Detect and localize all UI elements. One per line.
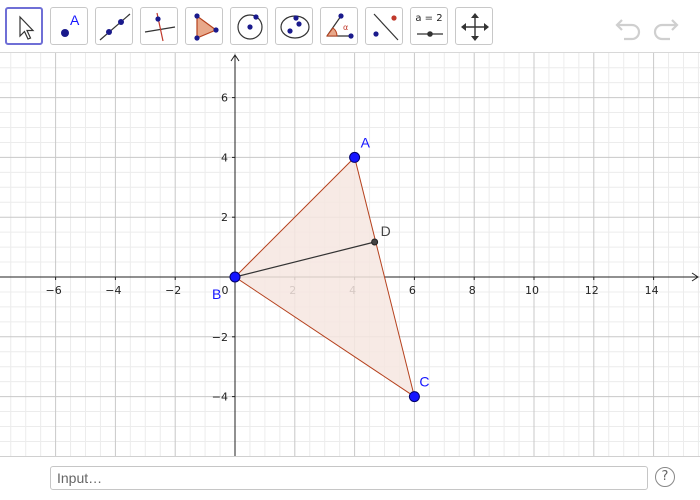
- line-tool-button[interactable]: [95, 7, 133, 45]
- point-tool-label: A: [70, 12, 80, 28]
- line-through-points-icon: [99, 13, 131, 41]
- move-tool-button[interactable]: [5, 7, 43, 45]
- angle-tool-button[interactable]: α: [320, 7, 358, 45]
- x-tick-label: 12: [585, 284, 599, 297]
- slider-icon: [417, 31, 443, 37]
- move-graphics-view-tool-button[interactable]: [455, 7, 493, 45]
- undo-button[interactable]: [614, 12, 644, 42]
- cursor-arrow-icon: [19, 15, 35, 40]
- x-tick-label: −6: [45, 284, 61, 297]
- perpendicular-line-icon: [144, 12, 176, 42]
- x-tick-label: 10: [525, 284, 539, 297]
- point-tool-button[interactable]: A: [50, 7, 88, 45]
- point-label-a: A: [361, 134, 371, 150]
- y-tick-label: −2: [212, 331, 228, 344]
- redo-icon: [653, 19, 679, 41]
- point-label-c: C: [419, 374, 429, 390]
- x-tick-label: −2: [165, 284, 181, 297]
- reflect-about-line-icon: [373, 13, 399, 41]
- circle-center-point-icon: [237, 14, 263, 40]
- move-arrows-icon: [461, 13, 489, 41]
- x-tick-label: 6: [409, 284, 416, 297]
- x-tick-label: −4: [105, 284, 121, 297]
- polygon-tool-button[interactable]: [185, 7, 223, 45]
- x-tick-label: 14: [645, 284, 659, 297]
- point-label-d: D: [381, 223, 391, 239]
- angle-icon: α: [326, 13, 354, 39]
- toolbar: A α a = 2: [0, 0, 700, 53]
- x-tick-label: 0: [222, 284, 229, 297]
- reflect-tool-button[interactable]: [365, 7, 403, 45]
- conic-tool-button[interactable]: [275, 7, 313, 45]
- y-tick-label: −4: [212, 391, 228, 404]
- point-label-b: B: [212, 286, 221, 302]
- input-bar: ?: [0, 456, 700, 500]
- redo-button[interactable]: [650, 12, 680, 42]
- ellipse-icon: [280, 15, 310, 39]
- algebra-input[interactable]: [50, 466, 648, 490]
- point-b[interactable]: [229, 271, 241, 283]
- circle-tool-button[interactable]: [230, 7, 268, 45]
- help-button[interactable]: ?: [655, 467, 675, 487]
- slider-tool-button[interactable]: a = 2: [410, 7, 448, 45]
- point-c[interactable]: [408, 391, 420, 403]
- graphics-view[interactable]: −6−4−202468101214 −4−2246 ABCD: [0, 53, 700, 456]
- perpendicular-line-tool-button[interactable]: [140, 7, 178, 45]
- undo-icon: [615, 19, 641, 41]
- point-a[interactable]: [349, 151, 361, 163]
- point-d[interactable]: [371, 238, 379, 246]
- y-tick-label: 4: [221, 151, 228, 164]
- svg-text:α: α: [343, 23, 348, 32]
- y-tick-label: 6: [221, 92, 228, 105]
- x-tick-label: 8: [469, 284, 476, 297]
- y-tick-label: 2: [221, 211, 228, 224]
- polygon-icon: [194, 13, 219, 41]
